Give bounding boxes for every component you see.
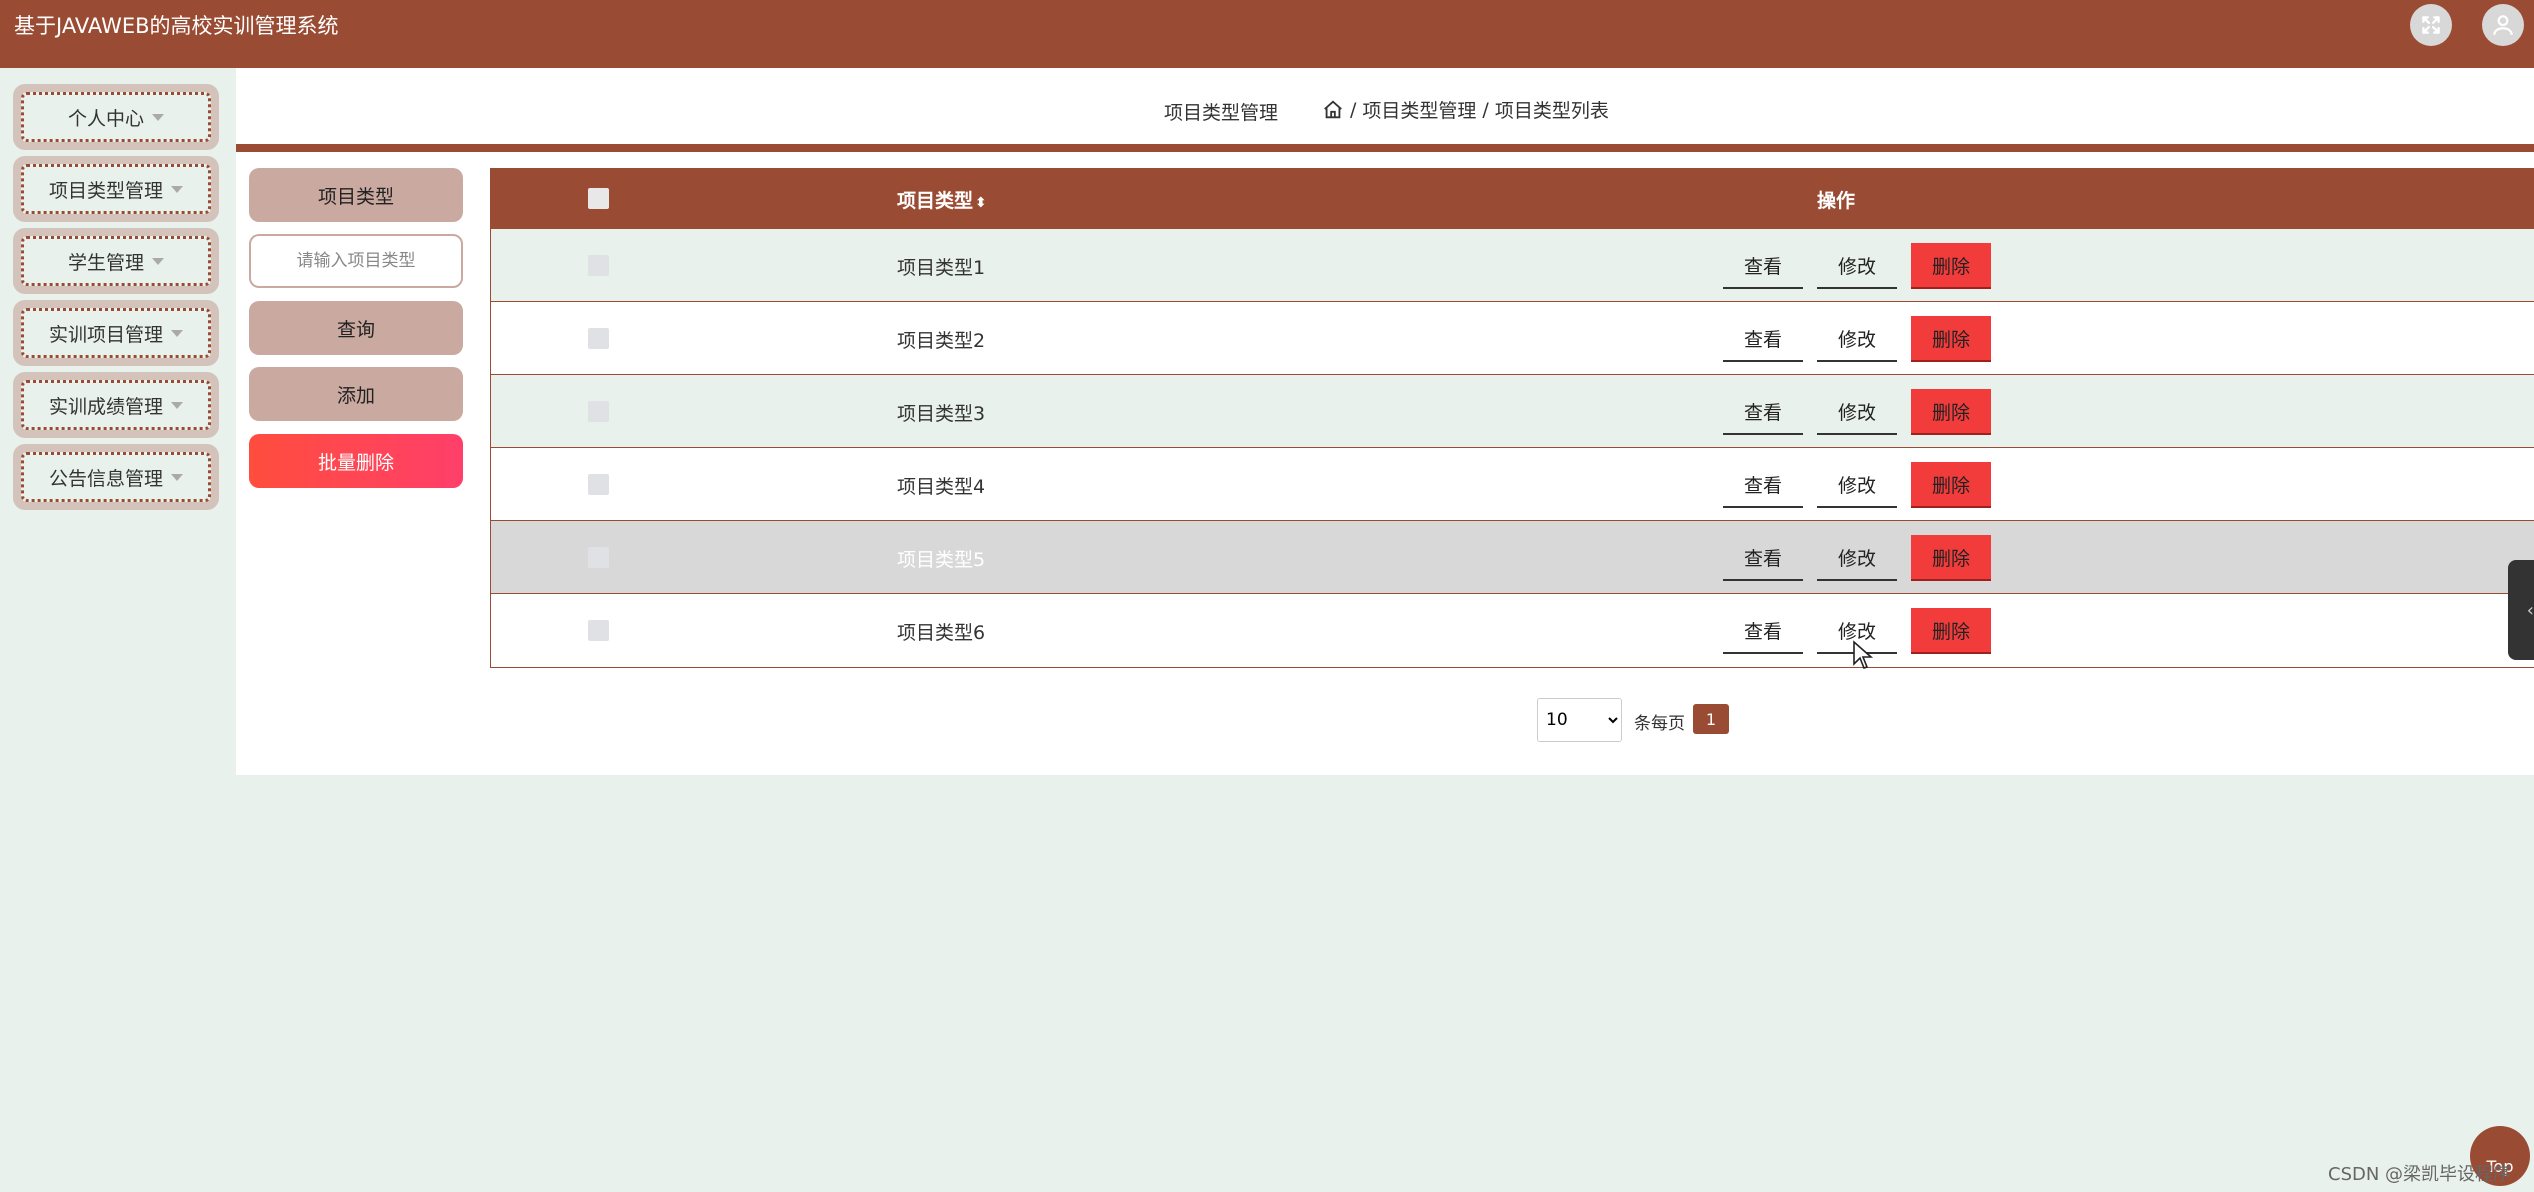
- sidebar-item-label: 实训成绩管理: [48, 395, 163, 418]
- project-type-name: 项目类型2: [897, 330, 986, 352]
- user-icon: [2493, 15, 2513, 35]
- sidebar-item-students[interactable]: 学生管理: [13, 228, 219, 294]
- caret-down-icon: [171, 473, 183, 481]
- edit-button[interactable]: 修改: [1817, 316, 1897, 362]
- page-size-select[interactable]: 10: [1537, 698, 1622, 742]
- row-checkbox[interactable]: [588, 474, 609, 495]
- breadcrumb-level1[interactable]: 项目类型管理: [1362, 96, 1476, 123]
- project-type-name: 项目类型3: [897, 403, 986, 425]
- page-number-button[interactable]: 1: [1693, 704, 1729, 734]
- view-button[interactable]: 查看: [1723, 535, 1803, 581]
- table-header: 项目类型 ⬍ 操作: [491, 168, 2534, 228]
- sidebar-item-announcements[interactable]: 公告信息管理: [13, 444, 219, 510]
- project-type-search-input[interactable]: [249, 234, 463, 288]
- delete-button[interactable]: 删除: [1911, 462, 1991, 508]
- breadcrumb-bar: 项目类型管理 / 项目类型管理 / 项目类型列表: [236, 68, 2534, 152]
- sidebar-item-project-type[interactable]: 项目类型管理: [13, 156, 219, 222]
- app-title: 基于JAVAWEB的高校实训管理系统: [14, 14, 339, 38]
- sidebar-item-label: 学生管理: [67, 251, 144, 274]
- user-avatar-button[interactable]: [2482, 4, 2524, 46]
- table-row: 项目类型5 查看 修改 删除: [491, 520, 2534, 593]
- table-row: 项目类型2 查看 修改 删除: [491, 301, 2534, 374]
- edit-button[interactable]: 修改: [1817, 243, 1897, 289]
- row-checkbox[interactable]: [588, 328, 609, 349]
- project-type-name: 项目类型1: [897, 257, 986, 279]
- table-row: 项目类型4 查看 修改 删除: [491, 447, 2534, 520]
- sidebar-item-training-projects[interactable]: 实训项目管理: [13, 300, 219, 366]
- edit-button[interactable]: 修改: [1817, 462, 1897, 508]
- project-type-field-label: 项目类型: [249, 168, 463, 222]
- sidebar-item-label: 项目类型管理: [48, 179, 163, 202]
- select-all-checkbox[interactable]: [588, 188, 609, 209]
- per-page-label: 条每页: [1634, 714, 1685, 734]
- breadcrumb: / 项目类型管理 / 项目类型列表: [1322, 96, 1609, 123]
- table-row: 项目类型1 查看 修改 删除: [491, 228, 2534, 301]
- row-checkbox[interactable]: [588, 255, 609, 276]
- chevron-left-icon: ‹: [2526, 599, 2534, 621]
- row-checkbox[interactable]: [588, 401, 609, 422]
- breadcrumb-separator: /: [1350, 98, 1357, 121]
- table-row: 项目类型3 查看 修改 删除: [491, 374, 2534, 447]
- project-type-table: 项目类型 ⬍ 操作 项目类型1 查看 修改 删除 项目类型2 查看 修改 删除 项…: [490, 168, 2534, 668]
- delete-button[interactable]: 删除: [1911, 608, 1991, 654]
- caret-down-icon: [171, 329, 183, 337]
- main-content: 项目类型管理 / 项目类型管理 / 项目类型列表 项目类型 查询 添加 批量删除…: [236, 68, 2534, 775]
- view-button[interactable]: 查看: [1723, 462, 1803, 508]
- breadcrumb-separator: /: [1482, 98, 1489, 121]
- fullscreen-icon: [2422, 16, 2440, 34]
- delete-button[interactable]: 删除: [1911, 316, 1991, 362]
- view-button[interactable]: 查看: [1723, 316, 1803, 362]
- caret-down-icon: [171, 185, 183, 193]
- project-type-name: 项目类型6: [897, 622, 986, 644]
- edit-button[interactable]: 修改: [1817, 535, 1897, 581]
- project-type-name: 项目类型4: [897, 476, 986, 498]
- row-checkbox[interactable]: [588, 620, 609, 641]
- table-row: 项目类型6 查看 修改 删除: [491, 593, 2534, 666]
- sidebar-item-label: 实训项目管理: [48, 323, 163, 346]
- delete-button[interactable]: 删除: [1911, 243, 1991, 289]
- query-button[interactable]: 查询: [249, 301, 463, 355]
- project-type-name: 项目类型5: [897, 549, 986, 571]
- fullscreen-button[interactable]: [2410, 4, 2452, 46]
- add-button[interactable]: 添加: [249, 367, 463, 421]
- caret-down-icon: [171, 401, 183, 409]
- side-drawer-tab[interactable]: ‹: [2508, 560, 2534, 660]
- caret-down-icon: [152, 257, 164, 265]
- mouse-cursor-icon: [1853, 640, 1874, 669]
- page-title: 项目类型管理: [1164, 102, 1279, 124]
- edit-button[interactable]: 修改: [1817, 389, 1897, 435]
- view-button[interactable]: 查看: [1723, 389, 1803, 435]
- view-button[interactable]: 查看: [1723, 243, 1803, 289]
- sidebar-item-training-scores[interactable]: 实训成绩管理: [13, 372, 219, 438]
- sidebar-item-personal-center[interactable]: 个人中心: [13, 84, 219, 150]
- delete-button[interactable]: 删除: [1911, 535, 1991, 581]
- column-header-project-type[interactable]: 项目类型 ⬍: [897, 186, 987, 213]
- breadcrumb-level2: 项目类型列表: [1494, 100, 1609, 122]
- watermark: CSDN @梁凯毕设程序: [2328, 1164, 2512, 1185]
- home-icon[interactable]: [1322, 99, 1344, 121]
- sort-icon[interactable]: ⬍: [975, 195, 987, 211]
- row-checkbox[interactable]: [588, 547, 609, 568]
- sidebar-item-label: 公告信息管理: [48, 467, 163, 490]
- batch-delete-button[interactable]: 批量删除: [249, 434, 463, 488]
- delete-button[interactable]: 删除: [1911, 389, 1991, 435]
- column-header-actions: 操作: [1817, 190, 1856, 212]
- top-header: 基于JAVAWEB的高校实训管理系统: [0, 0, 2534, 68]
- caret-down-icon: [152, 113, 164, 121]
- sidebar-item-label: 个人中心: [67, 107, 144, 130]
- sidebar: 个人中心 项目类型管理 学生管理 实训项目管理 实训成绩管理 公告信息管理: [0, 68, 234, 1192]
- view-button[interactable]: 查看: [1723, 608, 1803, 654]
